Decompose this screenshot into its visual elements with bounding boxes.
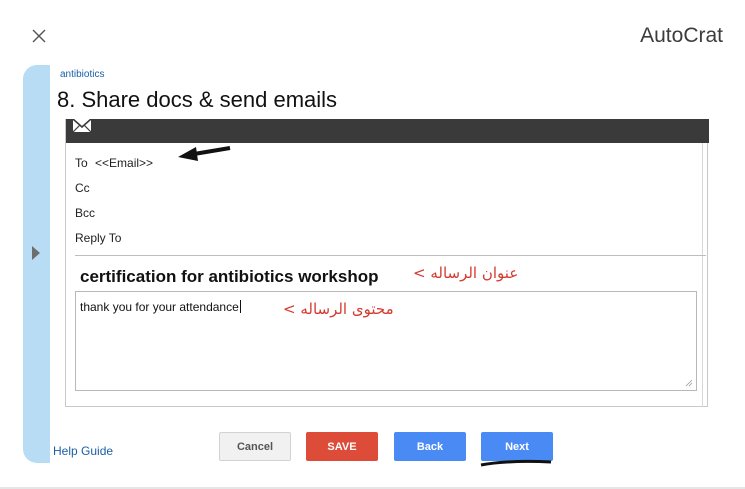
to-field[interactable]: To <<Email>>	[75, 156, 153, 170]
cc-label: Cc	[75, 181, 90, 195]
bcc-field[interactable]: Bcc	[75, 206, 95, 220]
cc-field[interactable]: Cc	[75, 181, 90, 195]
close-icon[interactable]	[30, 27, 48, 45]
underline-mark	[480, 459, 552, 467]
save-button[interactable]: SAVE	[306, 432, 378, 461]
email-header-bar	[66, 119, 709, 143]
breadcrumb: antibiotics	[60, 69, 105, 80]
to-label: To	[75, 156, 88, 170]
side-panel	[23, 65, 50, 463]
step-title: 8. Share docs & send emails	[57, 87, 338, 112]
bcc-label: Bcc	[75, 206, 96, 220]
email-preview-card: To <<Email>> Cc Bcc Reply To certificati…	[65, 119, 709, 407]
pointer-arrow-icon	[178, 146, 231, 161]
reply-to-field[interactable]: Reply To	[75, 231, 121, 245]
header-divider	[75, 255, 706, 256]
reply-to-label: Reply To	[75, 231, 122, 245]
email-body-text: thank you for your attendance	[80, 300, 239, 314]
mail-icon	[72, 119, 92, 133]
cancel-button[interactable]: Cancel	[219, 432, 291, 461]
help-guide-link[interactable]: Help Guide	[53, 444, 113, 458]
subject-annotation: عنوان الرساله >	[413, 264, 519, 282]
expand-arrow-icon[interactable]	[32, 246, 40, 260]
app-title: AutoCrat	[640, 24, 723, 47]
next-button[interactable]: Next	[481, 432, 553, 461]
email-subject[interactable]: certification for antibiotics workshop	[80, 267, 378, 287]
body-annotation: محتوى الرساله >	[283, 300, 394, 318]
back-button[interactable]: Back	[394, 432, 466, 461]
to-value: <<Email>>	[95, 156, 154, 170]
card-edge	[702, 143, 703, 407]
resize-grip-icon[interactable]	[685, 379, 693, 387]
text-caret	[239, 300, 241, 313]
